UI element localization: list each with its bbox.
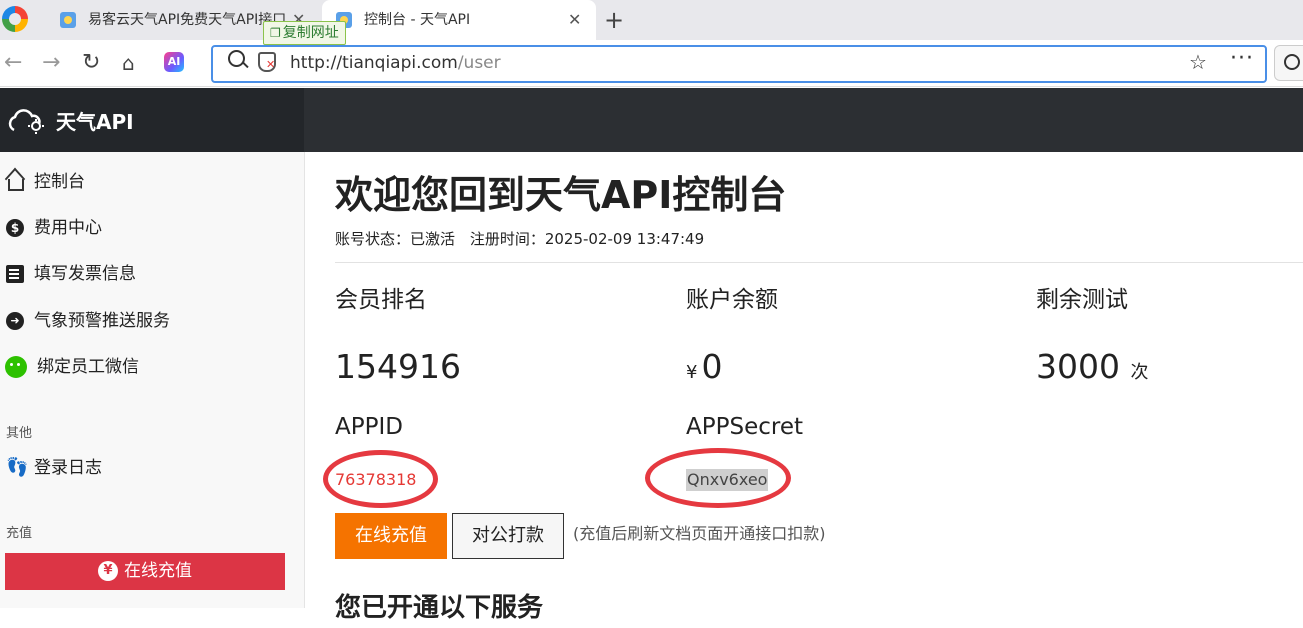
recharge-label: 在线充值 [124, 561, 192, 581]
annotation-circle [323, 450, 438, 508]
register-time-value: 2025-02-09 13:47:49 [544, 230, 705, 248]
recharge-button[interactable]: 在线充值 [335, 513, 447, 559]
trial-unit: 次 [1130, 362, 1149, 383]
browser-logo-icon[interactable] [2, 6, 28, 32]
balance-value-group: ¥0 [686, 343, 722, 397]
more-options-icon[interactable]: ··· [1230, 46, 1254, 71]
copy-icon: ❐ [270, 26, 281, 40]
currency-symbol: ¥ [686, 362, 698, 383]
page-title: 欢迎您回到天气API控制台 [335, 173, 787, 217]
trial-value-group: 3000 次 [1036, 343, 1148, 397]
sidebar-item-dashboard[interactable]: 控制台 [0, 162, 300, 202]
divider [335, 262, 1303, 263]
balance-value: 0 [701, 347, 723, 386]
security-warning-icon[interactable] [258, 52, 276, 72]
account-status-label: 账号状态： [335, 230, 411, 248]
sidebar-recharge-button[interactable]: ¥ 在线充值 [5, 553, 285, 590]
bank-transfer-button[interactable]: 对公打款 [452, 513, 564, 559]
new-tab-button[interactable]: + [604, 0, 624, 40]
recharge-note: (充值后刷新文档页面开通接口扣款) [573, 524, 826, 543]
sidebar-item-label: 登录日志 [34, 458, 102, 478]
copy-url-tooltip[interactable]: ❐ 复制网址 [263, 21, 346, 45]
home-icon[interactable]: ⌂ [122, 48, 135, 78]
home-icon [8, 179, 24, 191]
sidebar-group-recharge: 充值 [6, 526, 33, 541]
url-host: http://tianqiapi.com [290, 53, 458, 73]
sidebar-item-label: 绑定员工微信 [37, 357, 139, 377]
sidebar-item-weather-alerts[interactable]: ➜ 气象预警推送服务 [0, 301, 300, 341]
url-path: /user [457, 53, 501, 73]
app-brand[interactable]: 天气API [56, 108, 134, 136]
cloud-logo-icon [8, 109, 44, 134]
sidebar-item-label: 费用中心 [34, 218, 102, 238]
reload-icon[interactable]: ↻ [82, 48, 100, 78]
search-icon [228, 50, 245, 67]
push-icon: ➜ [6, 312, 24, 330]
sidebar-item-label: 控制台 [34, 172, 85, 192]
sidebar-item-wechat-binding[interactable]: 绑定员工微信 [0, 347, 300, 387]
account-info: 账号状态：已激活 注册时间：2025-02-09 13:47:49 [335, 228, 704, 250]
forward-icon[interactable]: → [42, 48, 60, 78]
sidebar-item-invoice[interactable]: 填写发票信息 [0, 254, 300, 294]
tab-title: 控制台 - 天气API [364, 12, 471, 28]
copy-url-label: 复制网址 [282, 25, 339, 41]
appsecret-label: APPSecret [686, 414, 803, 440]
ai-assistant-icon[interactable]: AI [164, 52, 184, 72]
bookmark-star-icon[interactable]: ☆ [1189, 50, 1207, 74]
sidebar-item-login-log[interactable]: 👣 登录日志 [0, 448, 300, 488]
footprint-icon: 👣 [6, 457, 29, 478]
search-icon [1284, 54, 1300, 70]
sidebar-item-label: 气象预警推送服务 [34, 311, 170, 331]
account-status-value: 已激活 [410, 230, 456, 248]
sidebar-item-billing[interactable]: $ 费用中心 [0, 208, 300, 248]
browser-tab-active[interactable]: 控制台 - 天气API ✕ [322, 0, 596, 40]
url-text[interactable]: http://tianqiapi.com/user [290, 50, 501, 76]
trial-label: 剩余测试 [1036, 287, 1128, 313]
register-time-label: 注册时间： [469, 230, 545, 248]
rank-value: 154916 [335, 347, 461, 386]
trial-value: 3000 [1036, 347, 1120, 386]
invoice-icon [6, 265, 24, 283]
tab-favicon-icon [60, 12, 76, 28]
annotation-circle [645, 448, 791, 508]
wechat-icon [5, 356, 27, 378]
services-heading: 您已开通以下服务 [335, 593, 544, 623]
sidebar-group-other: 其他 [6, 426, 33, 441]
yen-icon: ¥ [98, 561, 118, 581]
balance-label: 账户余额 [686, 287, 778, 313]
tab-close-icon[interactable]: ✕ [568, 0, 581, 40]
back-icon[interactable]: ← [4, 48, 22, 78]
browser-search-button[interactable] [1274, 45, 1303, 81]
sidebar-item-label: 填写发票信息 [34, 264, 136, 284]
appid-label: APPID [335, 414, 403, 440]
dollar-icon: $ [6, 219, 24, 237]
rank-label: 会员排名 [335, 287, 427, 313]
